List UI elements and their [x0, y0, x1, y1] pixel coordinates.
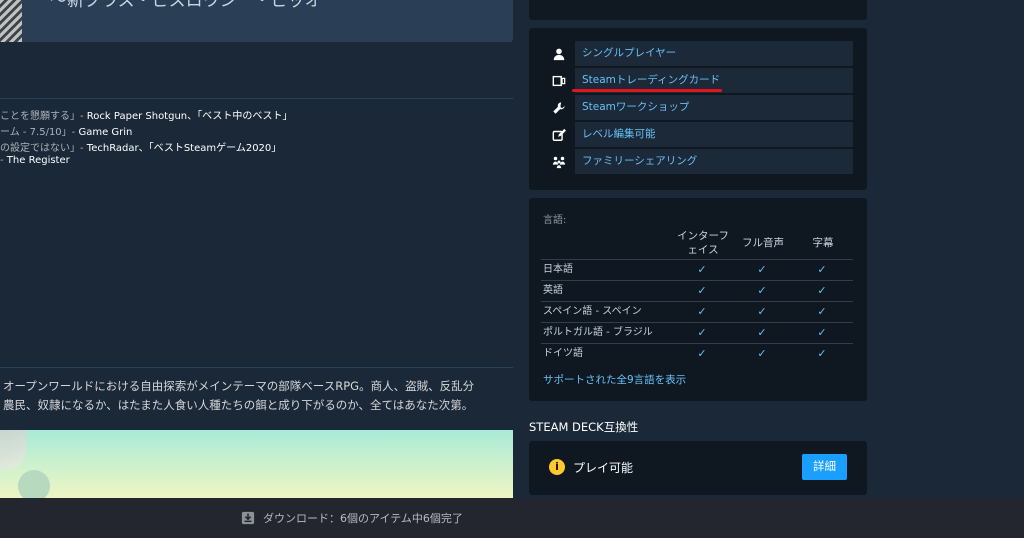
table-row: スペイン語 - スペイン ✓ ✓ ✓ — [541, 301, 853, 322]
table-row: 日本語 ✓ ✓ ✓ — [541, 259, 853, 280]
hero-card[interactable]: 〜新クラス・ビスロウシー・ビッオ — [0, 0, 513, 42]
deck-status: プレイ可能 — [573, 461, 634, 475]
check-icon: ✓ — [817, 305, 827, 318]
check-icon: ✓ — [697, 284, 707, 297]
review-quote: - — [0, 155, 7, 166]
language-name: ポルトガル語 - ブラジル — [543, 327, 653, 338]
hero-thumbnail — [0, 0, 22, 42]
language-name: 英語 — [543, 285, 563, 296]
review-quotes: ことを懇願する」- Rock Paper Shotgun、「ベスト中のベスト」 … — [0, 98, 513, 178]
steam-deck-panel: i プレイ可能 詳細 — [529, 441, 867, 495]
language-name: ドイツ語 — [543, 348, 583, 359]
person-icon — [544, 41, 574, 66]
artwork-decoration — [18, 470, 50, 498]
edit-icon — [544, 122, 574, 147]
check-icon: ✓ — [817, 326, 827, 339]
show-all-languages-link[interactable]: サポートされた全9言語を表示 — [543, 372, 686, 387]
family-icon — [544, 149, 574, 174]
feature-family-sharing[interactable]: ファミリーシェアリング — [544, 149, 853, 174]
review-line: の設定ではない」- TechRadar、「ベストSteamゲーム2020」 — [0, 139, 513, 155]
check-icon: ✓ — [697, 347, 707, 360]
table-row: ドイツ語 ✓ ✓ ✓ — [541, 343, 853, 364]
hero-title: 〜新クラス・ビスロウシー・ビッオ — [50, 0, 322, 11]
review-quote: ーム - 7.5/10」- — [0, 127, 79, 138]
info-icon: i — [549, 459, 565, 475]
review-source: Game Grin — [78, 127, 133, 138]
column-header-interface: インターフ ェイス — [671, 229, 735, 257]
feature-label[interactable]: シングルプレイヤー — [575, 41, 853, 66]
details-button[interactable]: 詳細 — [802, 454, 847, 480]
check-icon: ✓ — [697, 263, 707, 276]
language-table: 日本語 ✓ ✓ ✓ 英語 ✓ ✓ ✓ スペイン語 - スペイン ✓ ✓ ✓ ポル… — [541, 259, 853, 364]
language-name: 日本語 — [543, 264, 573, 275]
column-header-audio: フル音声 — [742, 237, 784, 249]
table-row: ポルトガル語 - ブラジル ✓ ✓ ✓ — [541, 322, 853, 343]
language-title: 言語: — [543, 215, 567, 226]
check-icon: ✓ — [697, 326, 707, 339]
check-icon: ✓ — [697, 305, 707, 318]
feature-workshop[interactable]: Steamワークショップ — [544, 95, 853, 120]
feature-label[interactable]: ファミリーシェアリング — [575, 149, 853, 174]
check-icon: ✓ — [817, 347, 827, 360]
check-icon: ✓ — [757, 263, 767, 276]
check-icon: ✓ — [757, 284, 767, 297]
divider — [0, 367, 513, 368]
column-header-subtitles: 字幕 — [812, 237, 834, 249]
review-line: - The Register — [0, 155, 513, 171]
artwork-decoration — [0, 430, 26, 470]
trading-card-icon — [544, 68, 574, 93]
table-row: 英語 ✓ ✓ ✓ — [541, 280, 853, 301]
feature-level-editor[interactable]: レベル編集可能 — [544, 122, 853, 147]
review-quote: の設定ではない」- — [0, 143, 87, 154]
game-description: オープンワールドにおける自由探索がメインテーマの部隊ベースRPG。商人、盗賊、反… — [3, 377, 513, 415]
feature-list: シングルプレイヤー Steamトレーディングカード Steamワークショップ レ… — [529, 28, 867, 190]
language-panel: 言語: インターフ ェイス フル音声 字幕 日本語 ✓ ✓ ✓ 英語 ✓ ✓ ✓… — [529, 198, 867, 401]
review-source: Rock Paper Shotgun、「ベスト中のベスト」 — [86, 111, 293, 122]
review-line: ーム - 7.5/10」- Game Grin — [0, 123, 513, 139]
feature-label[interactable]: Steamワークショップ — [575, 95, 853, 120]
check-icon: ✓ — [817, 263, 827, 276]
feature-single-player[interactable]: シングルプレイヤー — [544, 41, 853, 66]
header-line: ェイス — [687, 244, 719, 256]
steam-deck-title: STEAM DECK互換性 — [529, 420, 639, 434]
wrench-icon — [544, 95, 574, 120]
feature-label[interactable]: レベル編集可能 — [575, 122, 853, 147]
header-line: インターフ — [677, 230, 729, 242]
check-icon: ✓ — [757, 347, 767, 360]
highlight-underline — [572, 89, 722, 92]
download-bar[interactable]: ダウンロード：6個のアイテム中6個完了 — [0, 498, 1024, 538]
check-icon: ✓ — [757, 305, 767, 318]
download-icon — [241, 511, 255, 525]
check-icon: ✓ — [757, 326, 767, 339]
review-quote: ことを懇願する」- — [0, 111, 87, 122]
description-line: オープンワールドにおける自由探索がメインテーマの部隊ベースRPG。商人、盗賊、反… — [3, 379, 475, 393]
review-source: The Register — [6, 155, 70, 166]
review-source: TechRadar、「ベストSteamゲーム2020」 — [86, 143, 282, 154]
description-line: 農民、奴隷になるか、はたまた人食い人種たちの餌と成り下がるのか、全てはあなた次第… — [3, 398, 474, 412]
language-name: スペイン語 - スペイン — [543, 306, 642, 317]
top-panel — [529, 0, 867, 20]
download-status: ダウンロード：6個のアイテム中6個完了 — [263, 512, 463, 525]
check-icon: ✓ — [817, 284, 827, 297]
review-line: ことを懇願する」- Rock Paper Shotgun、「ベスト中のベスト」 — [0, 107, 513, 123]
game-artwork — [0, 430, 513, 498]
